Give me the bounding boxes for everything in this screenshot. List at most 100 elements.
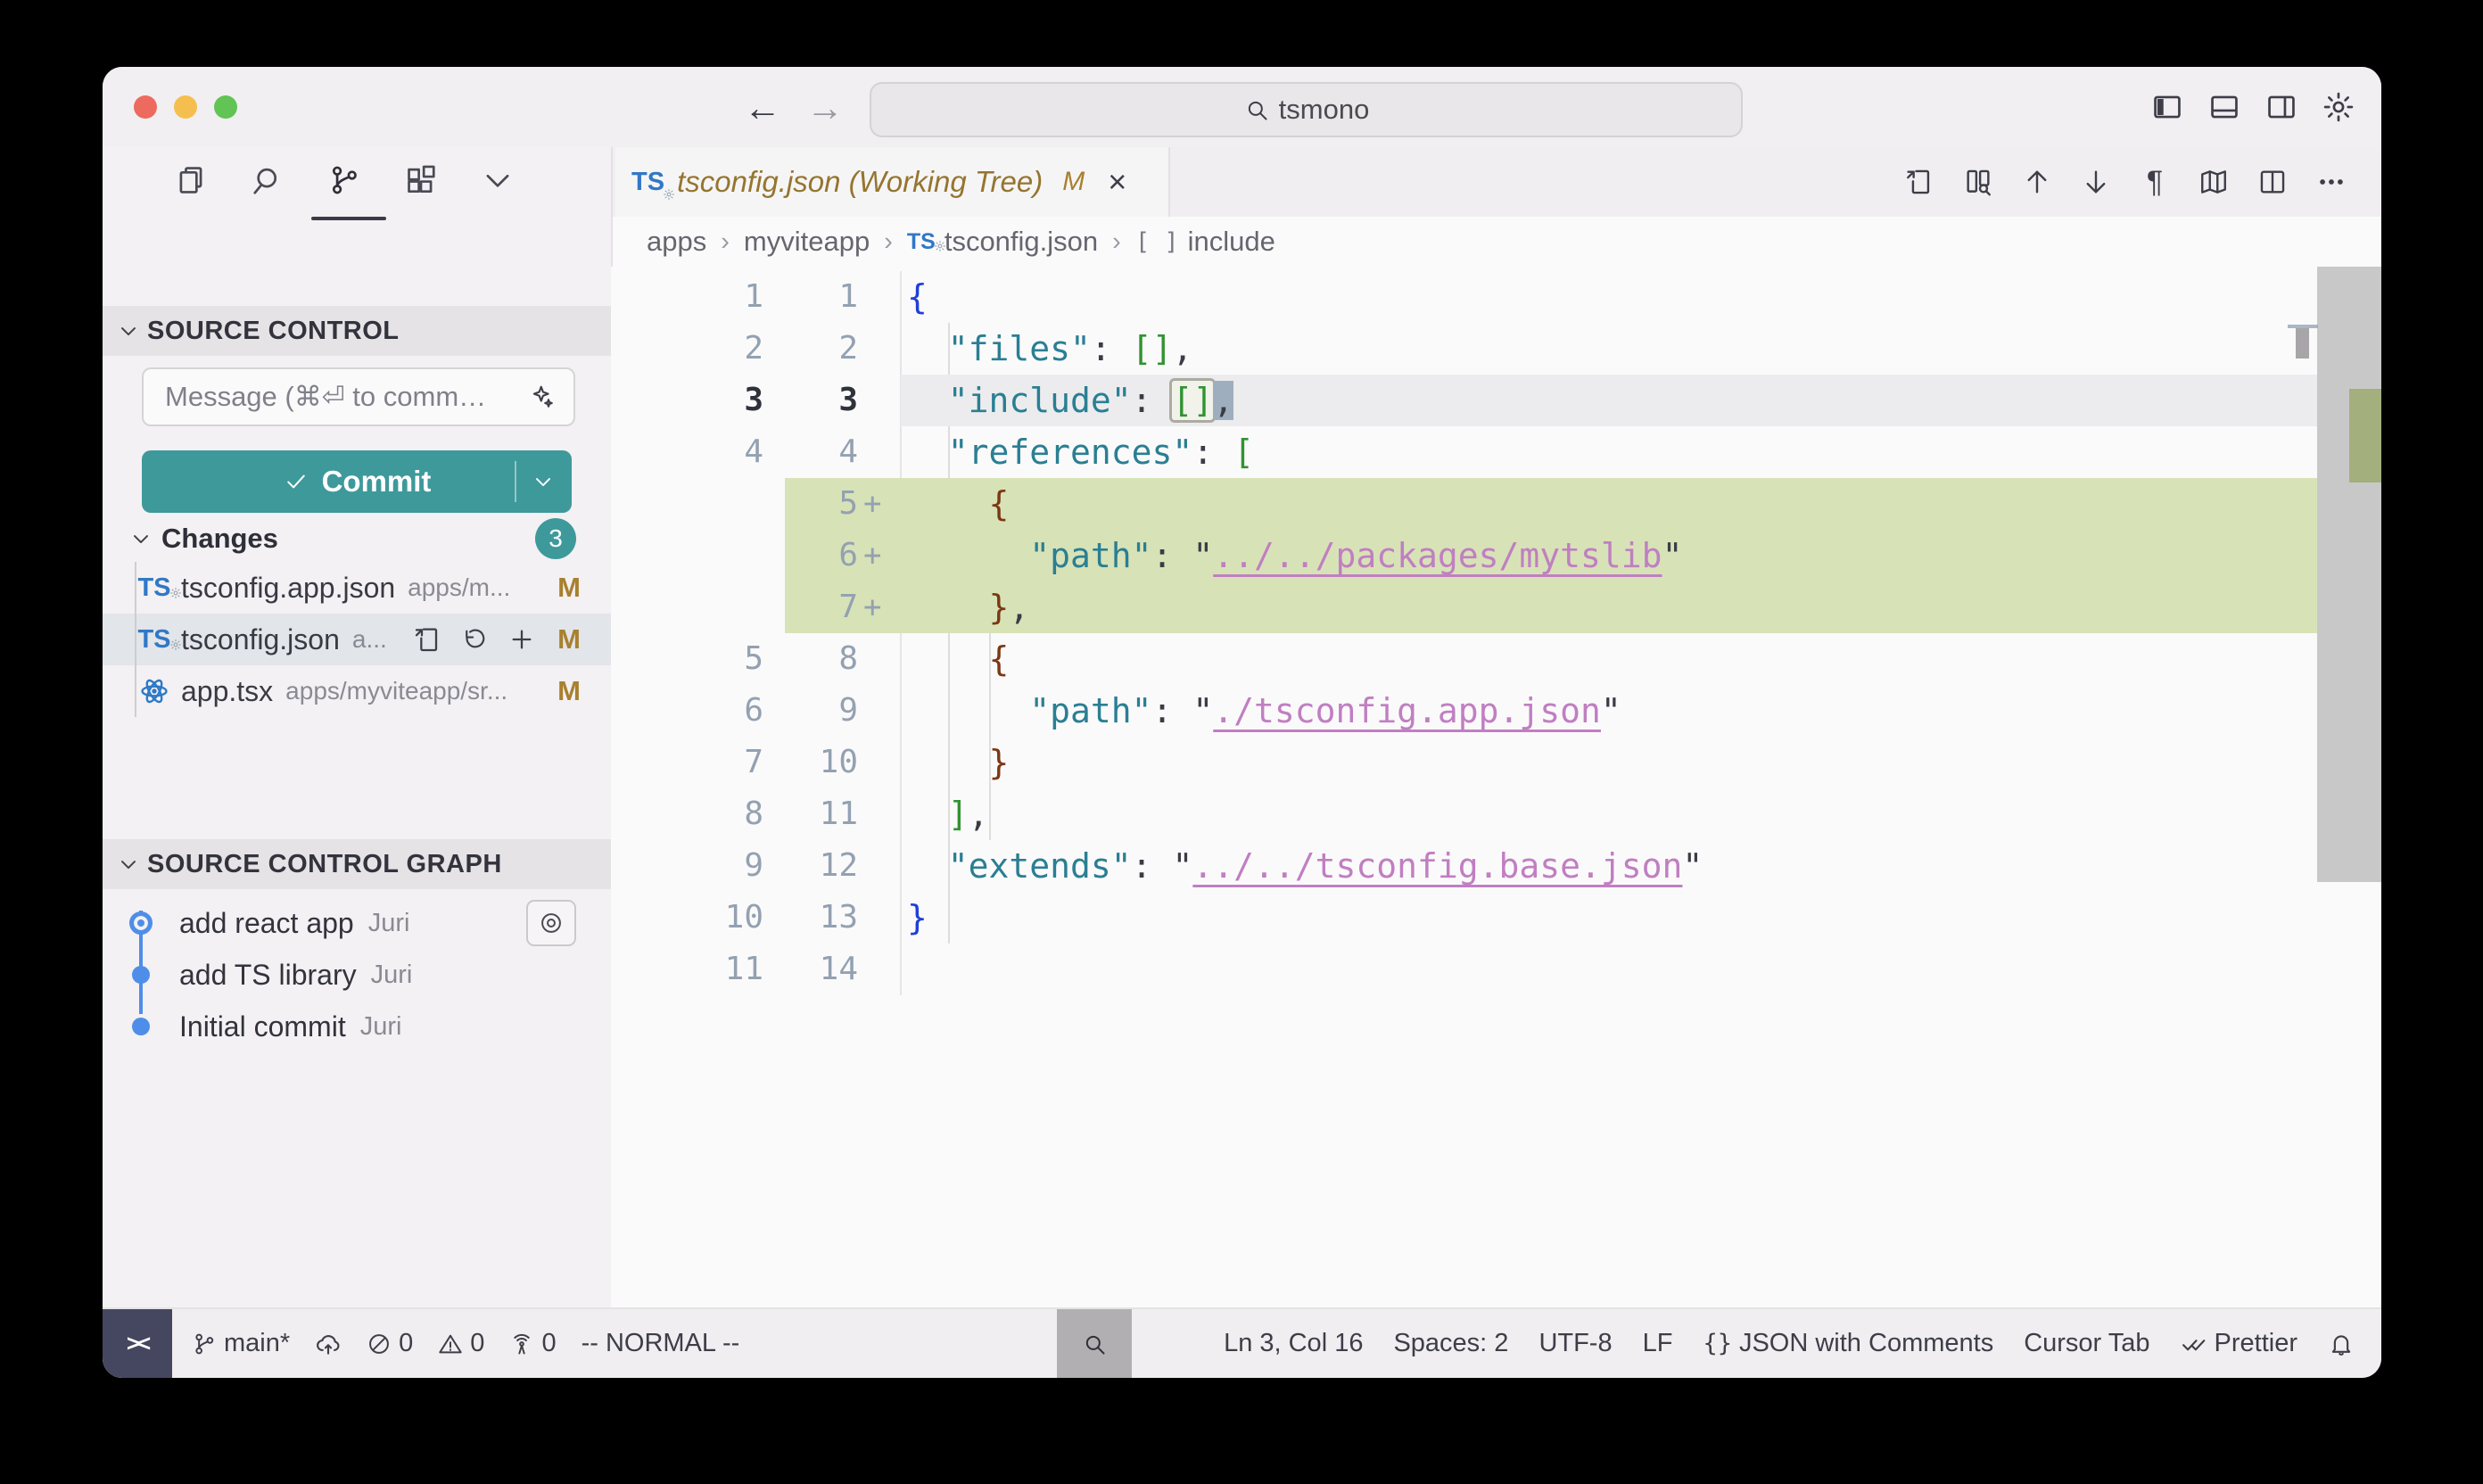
remote-indicator[interactable]: >< [103,1309,172,1378]
line-number-new: 1 [772,271,858,323]
commit-row-2[interactable]: add TS libraryJuri [103,949,611,1001]
changed-file-row-app.tsx[interactable]: app.tsxapps/myviteapp/sr...M [103,665,611,717]
code-line-8[interactable]: 58 { [611,633,2381,685]
nav-forward-button[interactable]: → [800,83,850,133]
status-item-utf-8[interactable]: UTF-8 [1538,1329,1612,1358]
next-change-down-icon[interactable] [2078,161,2114,202]
breadcrumb: apps›myviteapp›TStsconfig.json›[ ]includ… [613,217,2381,267]
map-outline-icon[interactable] [2196,161,2231,202]
activity-source-control-icon[interactable] [327,158,361,202]
line-number-old: 1 [611,271,763,323]
code-line-6[interactable]: 6+ "path": "../../packages/mytslib" [611,530,2381,581]
open-changes-icon[interactable] [1901,161,1937,202]
sparkle-icon[interactable] [527,383,557,410]
activity-extensions-icon[interactable] [404,158,438,202]
layout-sidebar-left-icon[interactable] [2149,87,2185,128]
stage-icon[interactable] [507,625,536,654]
tab-tsconfig-working-tree[interactable]: TS tsconfig.json (Working Tree) M × [615,147,1170,217]
line-number-old: 8 [611,788,763,840]
code-line-10[interactable]: 710 } [611,737,2381,788]
close-window-button[interactable] [134,95,157,119]
commit-message-input[interactable]: Message (⌘⏎ to comm… [142,367,575,426]
code-line-14[interactable]: 1114 [611,944,2381,995]
tab-close-icon[interactable]: × [1108,163,1126,201]
commit-author: Juri [368,909,410,938]
line-number-new: 4 [772,426,858,478]
code-line-11[interactable]: 811 ], [611,788,2381,840]
status-item--normal-[interactable]: -- NORMAL -- [582,1329,740,1358]
split-editor-icon[interactable] [2255,161,2290,202]
status-item-prettier[interactable]: Prettier [2181,1329,2297,1358]
line-number-new: 9 [772,685,858,737]
activity-explorer-icon[interactable] [174,158,208,202]
symbol-array-icon: [ ] [1135,228,1179,256]
breadcrumb-item-apps[interactable]: apps [647,226,706,258]
open-file-icon[interactable] [413,625,441,654]
activity-chevron-down-icon[interactable] [481,158,515,202]
previous-change-up-icon[interactable] [2019,161,2055,202]
code-line-2[interactable]: 22 "files": [], [611,323,2381,375]
tree-indent-guide [135,562,136,717]
code-line-1[interactable]: 11{ [611,271,2381,323]
code-line-13[interactable]: 1013} [611,892,2381,944]
code-line-12[interactable]: 912 "extends": "../../tsconfig.base.json… [611,840,2381,892]
commit-button[interactable]: Commit [142,450,572,513]
zoom-status-item[interactable] [1057,1309,1132,1378]
commit-dropdown-chevron[interactable] [527,469,559,494]
goto-target-button[interactable] [526,900,576,946]
status-item-spaces-2[interactable]: Spaces: 2 [1393,1329,1508,1358]
code-line-5[interactable]: 5+ { [611,478,2381,530]
breadcrumb-item-include[interactable]: [ ]include [1135,226,1275,258]
status-item-cloud-upload[interactable] [315,1331,342,1357]
status-item-main-[interactable]: main* [192,1329,290,1358]
command-center-search[interactable]: tsmono [870,82,1743,137]
source-control-graph-header[interactable]: SOURCE CONTROL GRAPH [103,839,611,889]
line-number-new: 2 [772,323,858,375]
line-number-new: 5 [772,478,858,530]
editor-scrollbar[interactable] [2317,267,2381,882]
code-line-9[interactable]: 69 "path": "./tsconfig.app.json" [611,685,2381,737]
breadcrumb-item-myviteapp[interactable]: myviteapp [744,226,870,258]
layout-sidebar-right-icon[interactable] [2264,87,2299,128]
review-diff-icon[interactable] [1960,161,1996,202]
layout-panel-icon[interactable] [2207,87,2242,128]
code-line-4[interactable]: 44 "references": [ [611,426,2381,478]
status-item-0[interactable]: 0 [367,1329,413,1358]
status-item-bell[interactable] [2328,1331,2355,1357]
commit-author: Juri [371,960,413,990]
more-ellipsis-icon[interactable] [2314,161,2349,202]
commit-row-1[interactable]: add react appJuri [103,897,611,949]
breadcrumb-separator: › [721,227,730,257]
breadcrumb-separator: › [884,227,893,257]
changes-section-header[interactable]: Changes 3 [103,513,611,565]
source-control-graph-title: SOURCE CONTROL GRAPH [147,850,502,879]
status-item-0[interactable]: 0 [509,1329,556,1358]
search-value: tsmono [1279,94,1370,126]
code-lines: 11{22 "files": [],33 "include": [],44 "r… [611,271,2381,995]
status-item-0[interactable]: 0 [438,1329,484,1358]
changed-file-row-tsconfig.json[interactable]: TStsconfig.jsona...M [103,614,611,665]
status-item-ln-3-col-16[interactable]: Ln 3, Col 16 [1224,1329,1363,1358]
discard-icon[interactable] [461,625,488,654]
status-item-lf[interactable]: LF [1643,1329,1673,1358]
chevron-down-icon [115,852,142,877]
status-item-json-with-comments[interactable]: {}JSON with Comments [1703,1329,1993,1358]
status-item-cursor-tab[interactable]: Cursor Tab [2024,1329,2149,1358]
changed-file-row-tsconfig.app.json[interactable]: TStsconfig.app.jsonapps/m...M [103,562,611,614]
nav-back-button[interactable]: ← [738,83,788,133]
modified-status-badge: M [557,675,581,707]
maximize-window-button[interactable] [214,95,237,119]
breadcrumb-item-tsconfig.json[interactable]: TStsconfig.json [907,226,1098,258]
titlebar: ← → tsmono [103,67,2381,147]
activity-search-icon[interactable] [251,158,285,202]
settings-gear-icon[interactable] [2321,87,2356,128]
code-line-3[interactable]: 33 "include": [], [611,375,2381,426]
minimize-window-button[interactable] [174,95,197,119]
source-control-header[interactable]: SOURCE CONTROL [103,306,611,356]
code-line-7[interactable]: 7+ }, [611,581,2381,633]
commit-message: Initial commit [179,1010,346,1043]
commit-button-label: Commit [322,465,432,499]
check-icon [283,469,309,494]
whitespace-pilcrow-icon[interactable]: ¶ [2137,161,2173,202]
commit-row-3[interactable]: Initial commitJuri [103,1001,611,1052]
